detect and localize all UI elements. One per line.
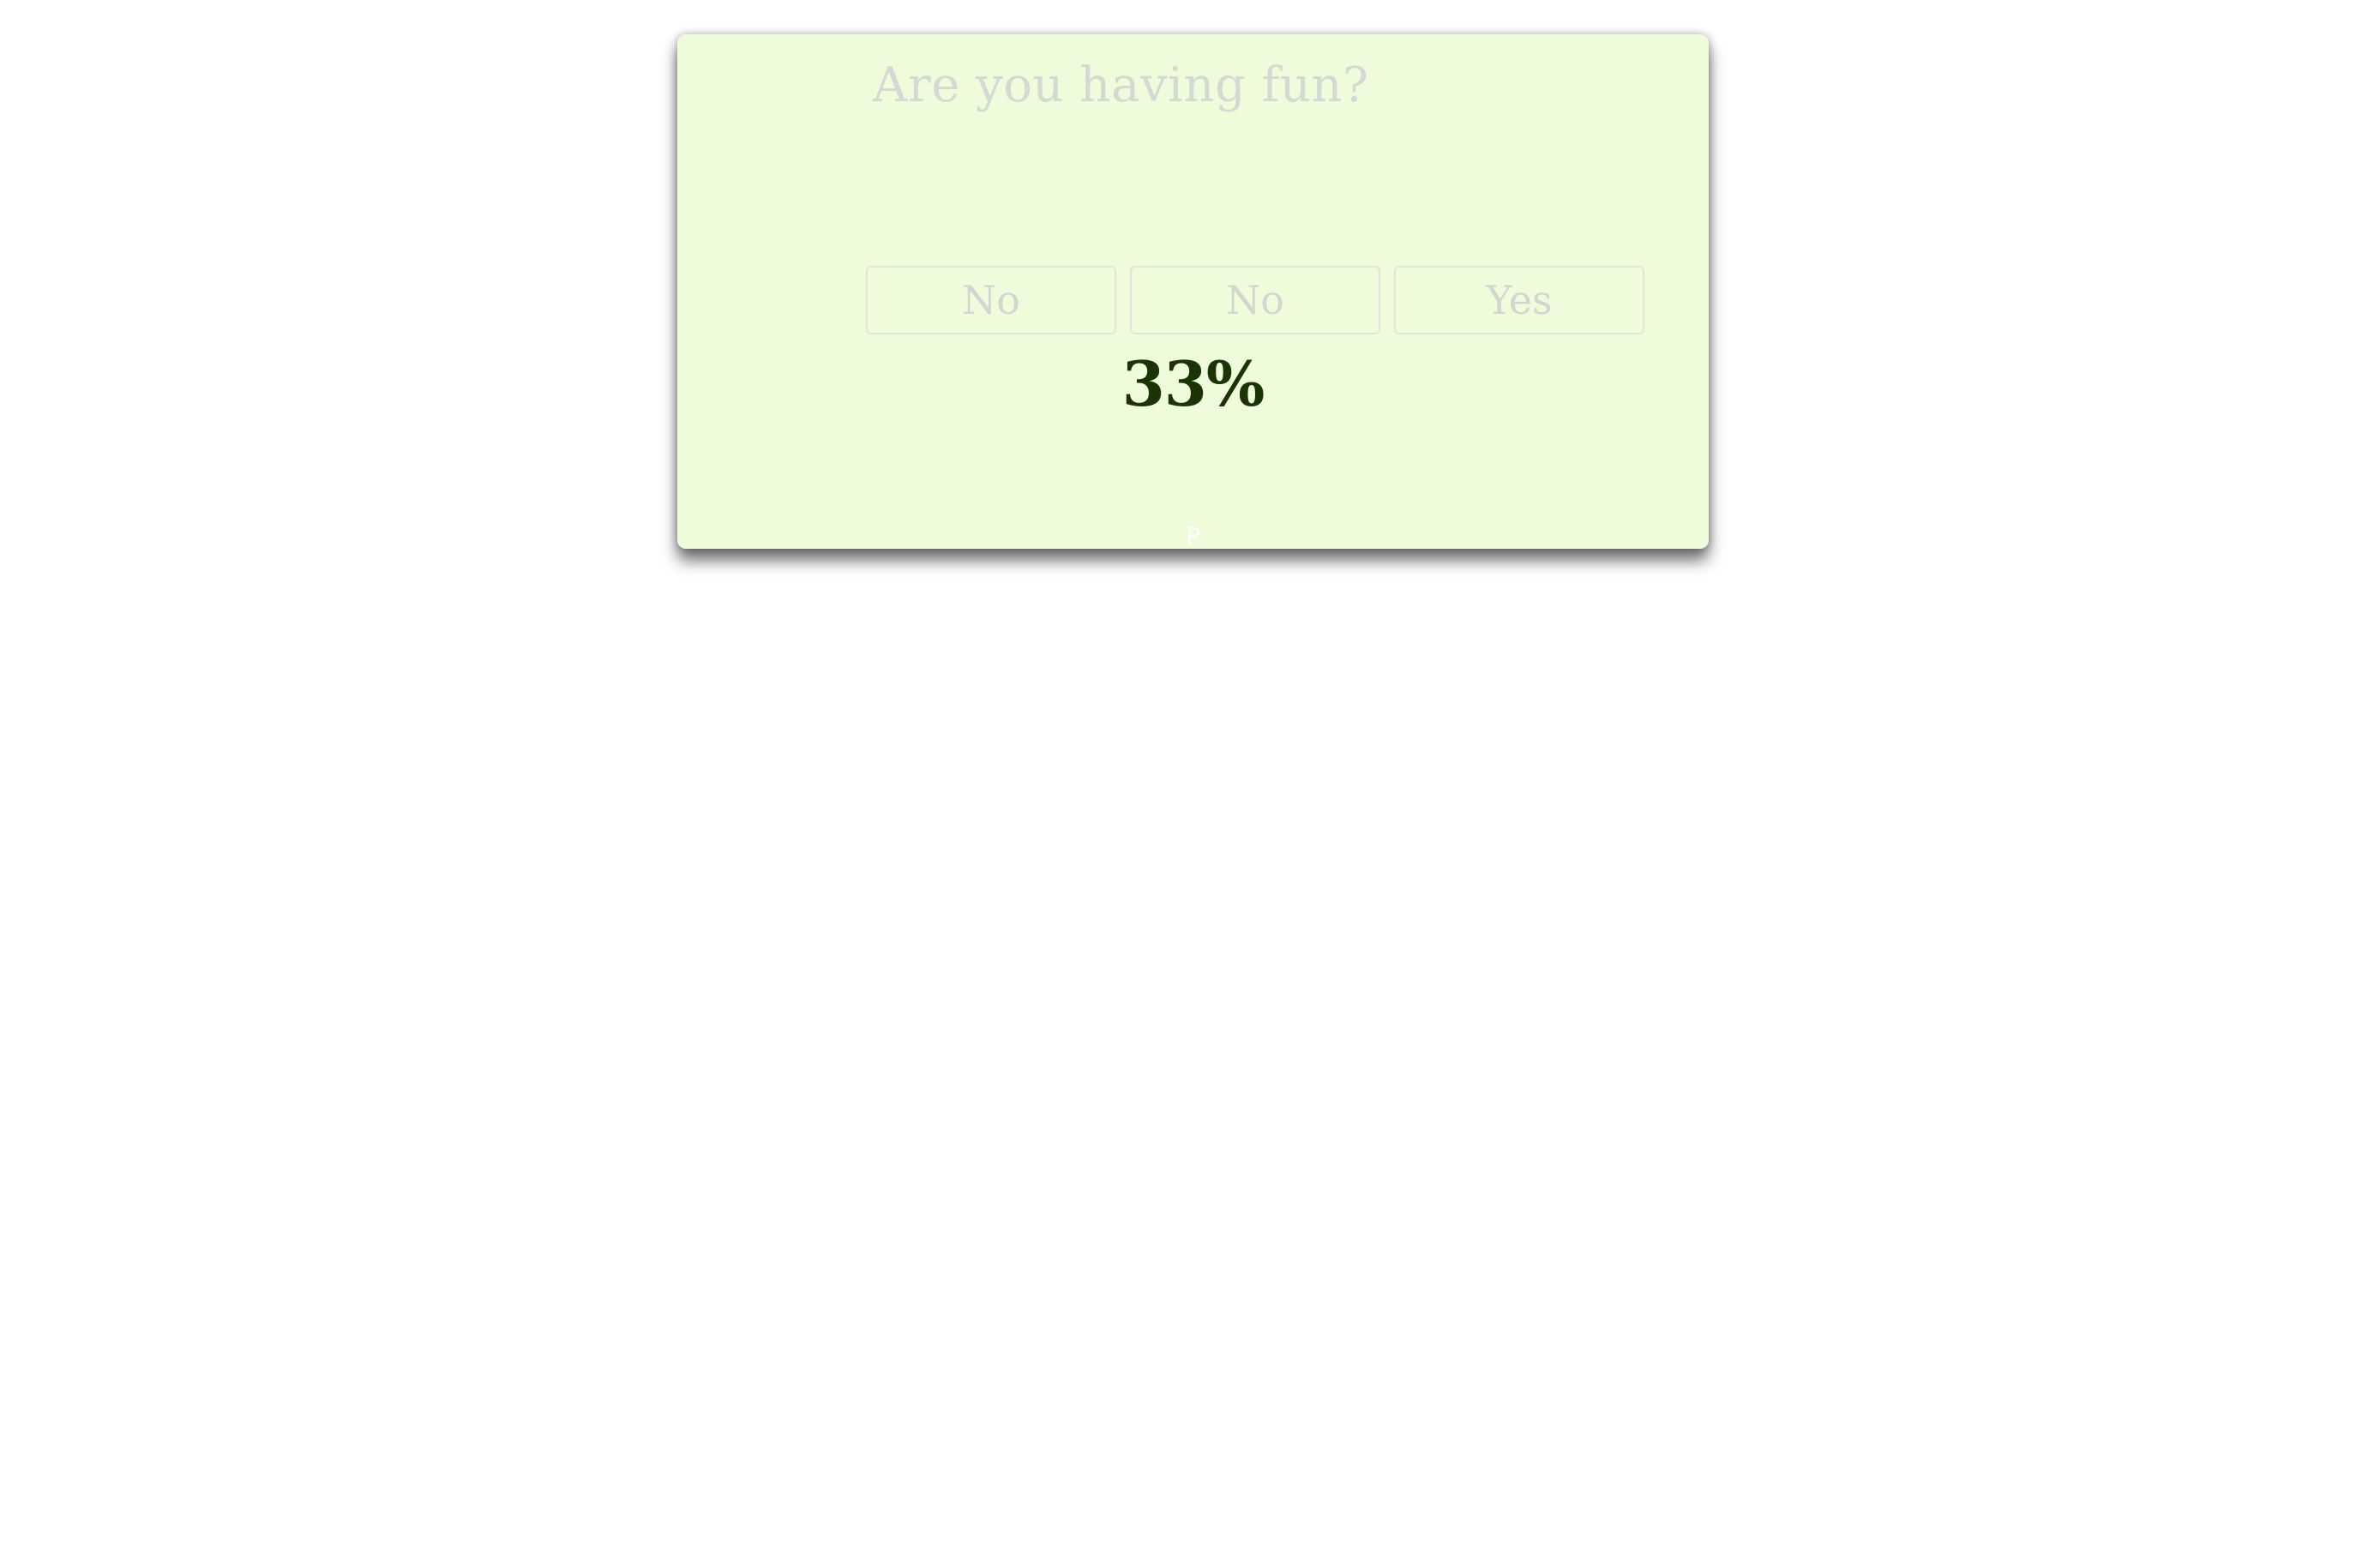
answer-options: No No Yes <box>866 266 1648 336</box>
footer-mark: P <box>1186 522 1200 550</box>
question-title: Are you having fun? <box>873 57 1369 113</box>
answer-no-button-2[interactable]: No <box>1130 266 1380 334</box>
progress-percentage: 33% <box>1121 347 1265 420</box>
quiz-card: Are you having fun? No No Yes 33% P <box>677 34 1709 549</box>
answer-yes-button[interactable]: Yes <box>1394 266 1644 334</box>
answer-no-button-1[interactable]: No <box>866 266 1116 334</box>
